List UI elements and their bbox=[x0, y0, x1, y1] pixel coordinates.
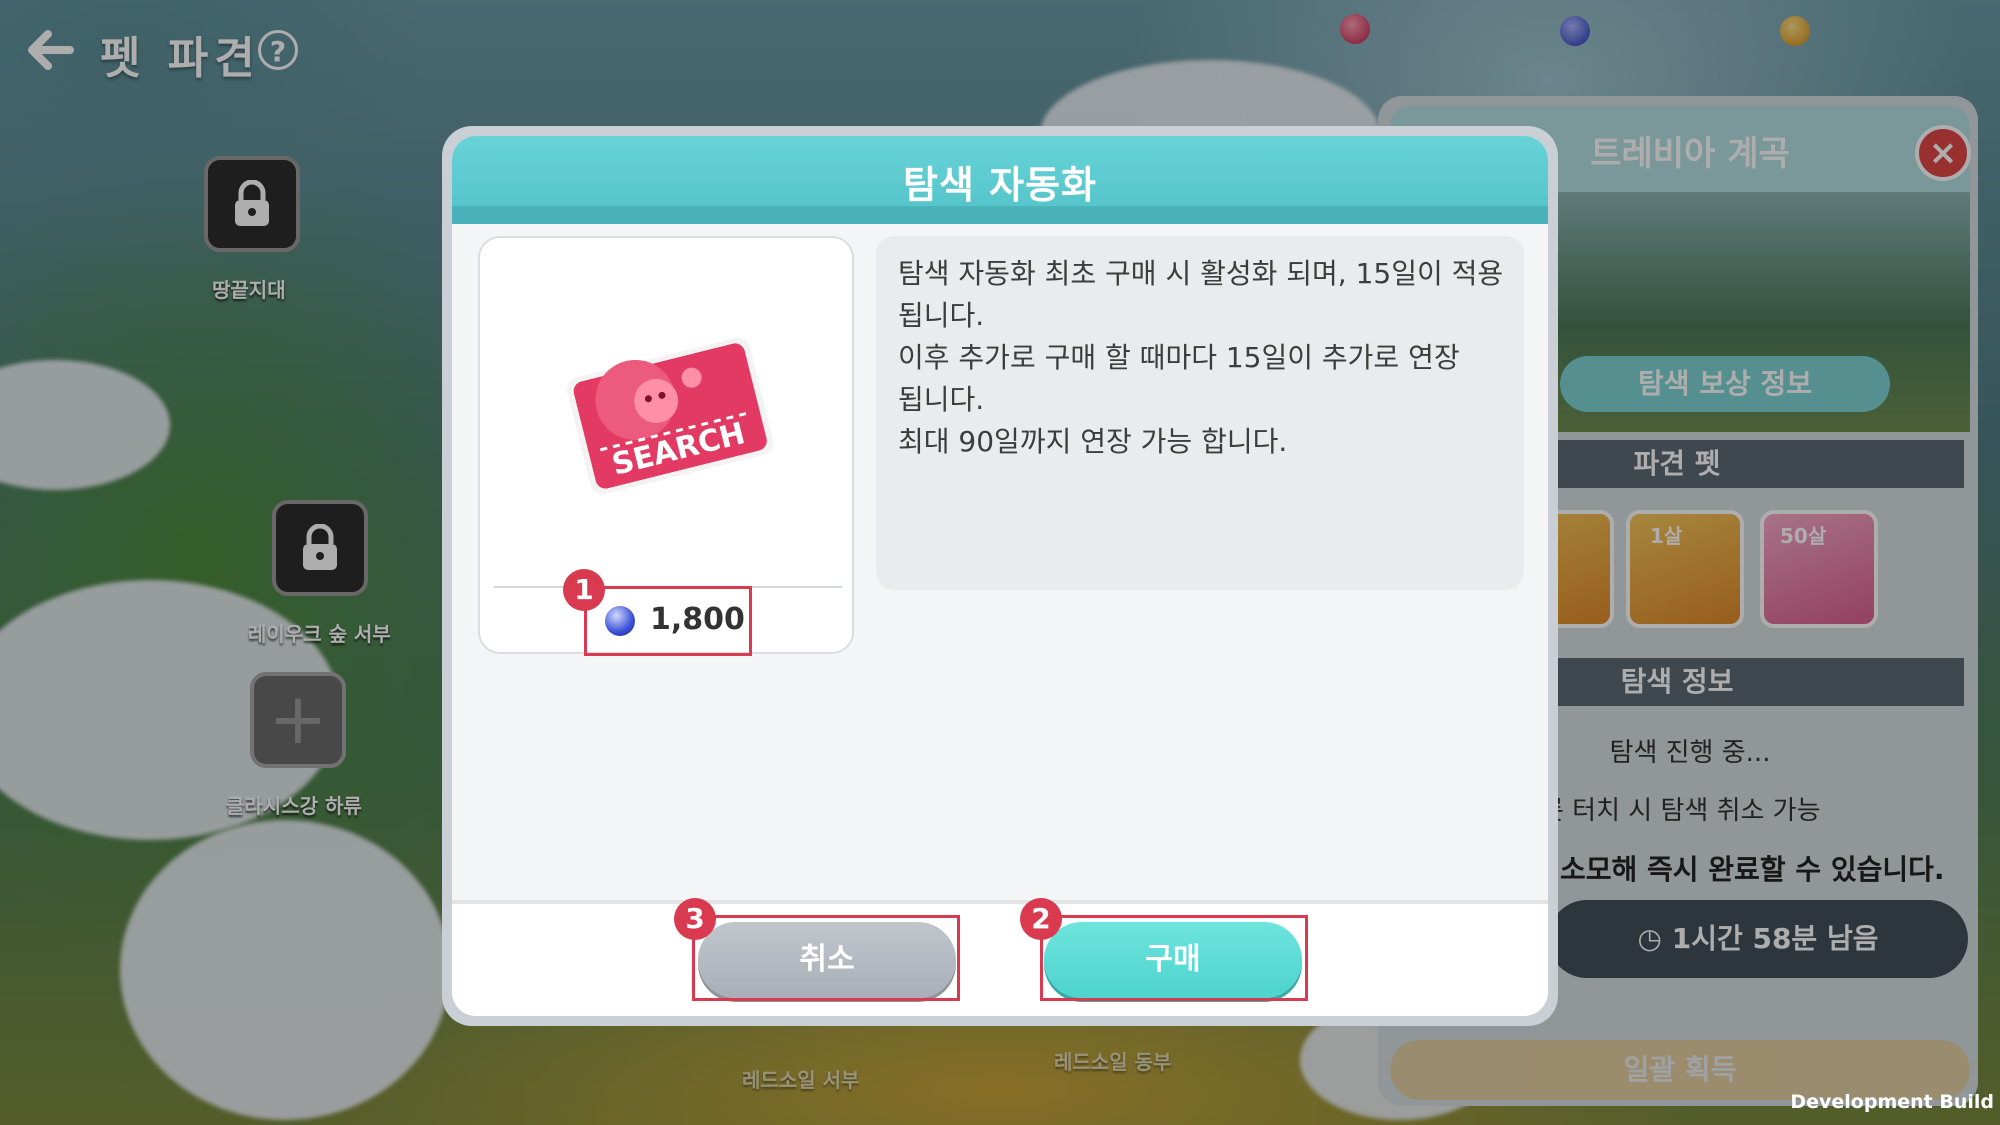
step-marker: 1 bbox=[563, 569, 605, 611]
price-highlight-box bbox=[584, 586, 752, 656]
description-line: 최대 90일까지 연장 가능 합니다. bbox=[898, 425, 1288, 458]
build-label: Development Build bbox=[1790, 1091, 1994, 1113]
step-marker: 3 bbox=[674, 898, 716, 940]
description-line: 됩니다. bbox=[898, 299, 985, 332]
step-marker: 2 bbox=[1020, 898, 1062, 940]
dialog-footer bbox=[452, 904, 1548, 1016]
description-line: 됩니다. bbox=[898, 383, 985, 416]
cancel-highlight-box bbox=[692, 915, 960, 1001]
search-ticket-icon: SEARCH bbox=[567, 337, 774, 495]
buy-highlight-box bbox=[1040, 915, 1308, 1001]
description-line: 이후 추가로 구매 할 때마다 15일이 추가로 연장 bbox=[898, 341, 1460, 374]
dialog-title: 탐색 자동화 bbox=[902, 163, 1098, 207]
description-line: 탐색 자동화 최초 구매 시 활성화 되며, 15일이 적용 bbox=[898, 257, 1504, 290]
